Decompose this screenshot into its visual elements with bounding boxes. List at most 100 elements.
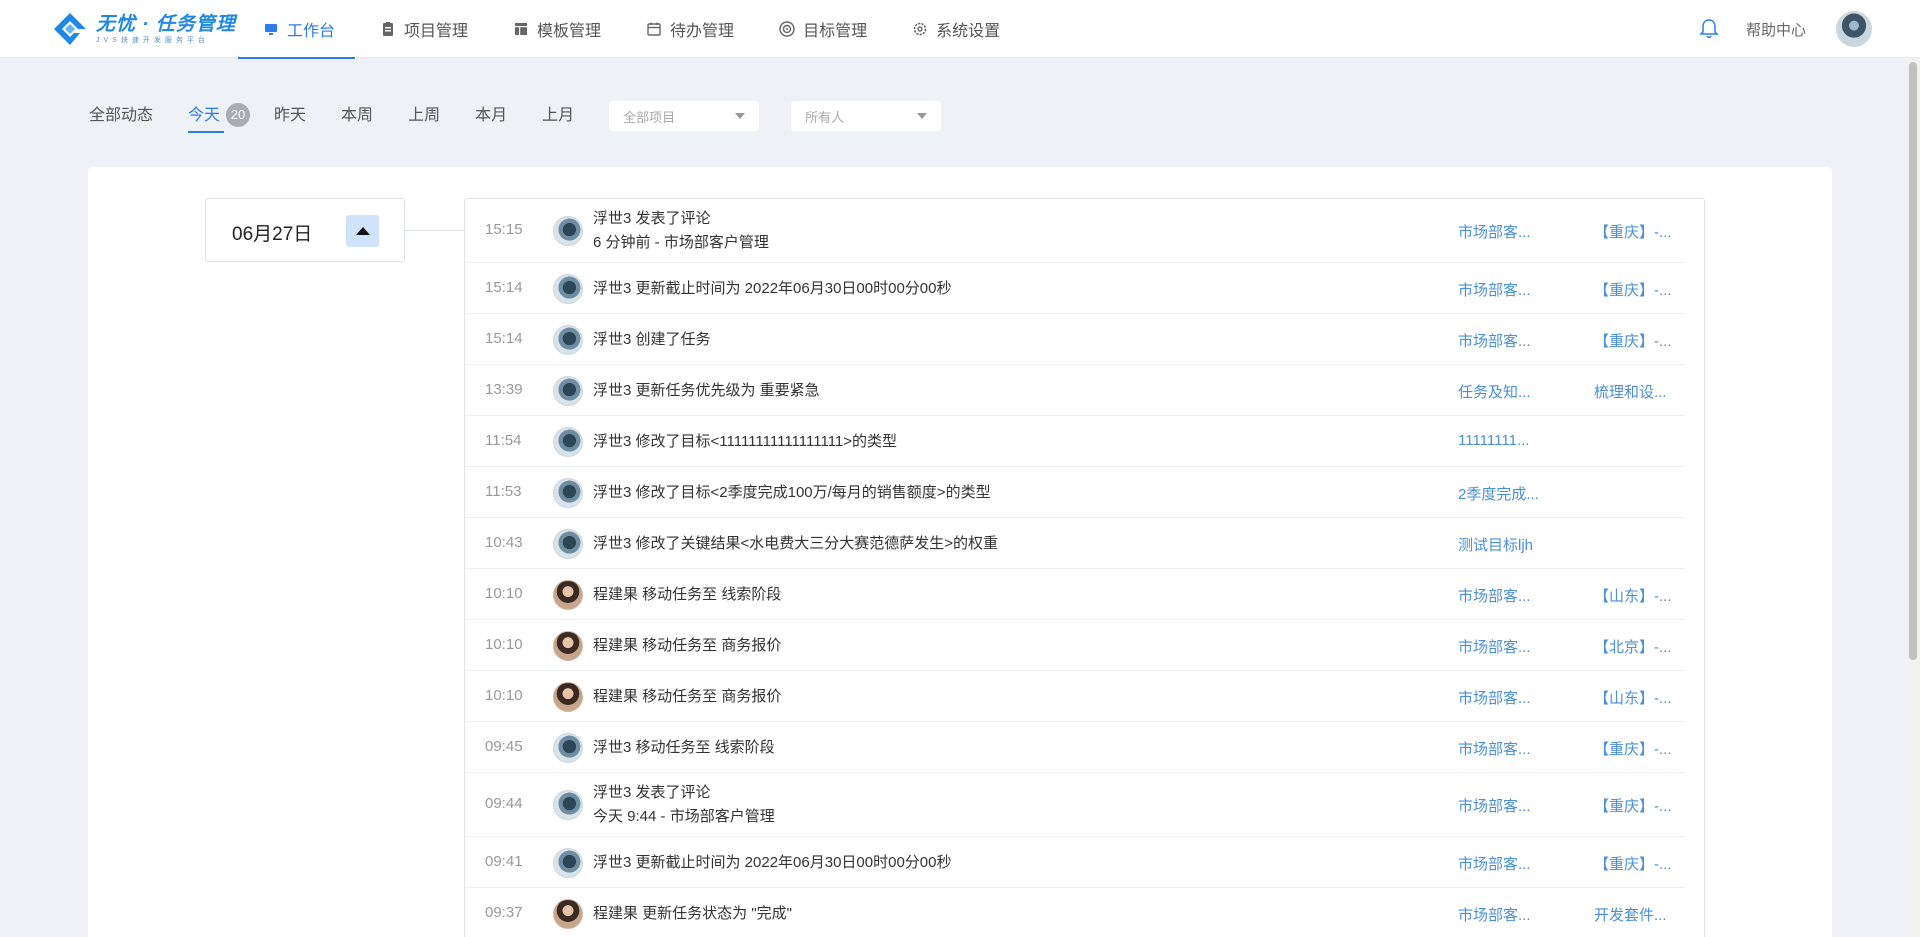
activity-time: 15:14 [485, 279, 523, 296]
user-avatar[interactable] [553, 682, 583, 712]
project-link[interactable]: 市场部客... [1458, 853, 1531, 874]
task-link[interactable]: 开发套件... [1594, 904, 1667, 925]
user-avatar[interactable] [553, 216, 583, 246]
nav-item-projects[interactable]: 项目管理 [355, 0, 488, 58]
scrollbar-thumb[interactable] [1909, 62, 1917, 660]
activity-text: 程建果 移动任务至 商务报价 [593, 637, 782, 654]
activity-row: 11:53 浮世3 修改了目标<2季度完成100万/每月的销售额度>的类型 2季度完… [465, 467, 1685, 518]
activity-text: 浮世3 更新任务优先级为 重要紧急 [593, 382, 820, 399]
user-avatar[interactable] [553, 733, 583, 763]
activity-row: 09:41 浮世3 更新截止时间为 2022年06月30日00时00分00秒 市场部… [465, 837, 1685, 888]
nav-item-label: 项目管理 [404, 23, 469, 40]
project-link[interactable]: 市场部客... [1458, 687, 1531, 708]
activity-subtext: 6 分钟前 - 市场部客户管理 [593, 234, 769, 251]
activity-time: 11:54 [485, 432, 522, 449]
nav-item-settings[interactable]: 系统设置 [887, 0, 1020, 58]
bell-icon[interactable] [1698, 18, 1720, 40]
user-avatar[interactable] [553, 631, 583, 661]
clipboard-icon [379, 20, 397, 38]
tab-this-month[interactable]: 本月 [475, 101, 507, 131]
task-link[interactable]: 【重庆】-... [1594, 738, 1672, 759]
activity-row: 10:10 程建果 移动任务至 商务报价 市场部客... 【北京】-... [465, 620, 1685, 671]
activity-text: 浮世3 创建了任务 [593, 331, 711, 348]
task-link[interactable]: 【山东】-... [1594, 585, 1672, 606]
page-scrollbar[interactable] [1906, 58, 1920, 937]
tab-last-week[interactable]: 上周 [408, 101, 440, 131]
project-link[interactable]: 市场部客... [1458, 795, 1531, 816]
activity-text: 浮世3 更新截止时间为 2022年06月30日00时00分00秒 [593, 854, 952, 871]
nav-item-templates[interactable]: 模板管理 [488, 0, 621, 58]
tab-this-week[interactable]: 本周 [341, 101, 373, 131]
tab-yesterday[interactable]: 昨天 [274, 101, 306, 131]
activity-row: 09:45 浮世3 移动任务至 线索阶段 市场部客... 【重庆】-... [465, 722, 1685, 773]
user-avatar[interactable] [553, 376, 583, 406]
task-link[interactable]: 梳理和设... [1594, 381, 1667, 402]
user-avatar[interactable] [1836, 11, 1872, 47]
person-select[interactable]: 所有人 [791, 101, 942, 131]
user-avatar[interactable] [553, 580, 583, 610]
activity-row: 11:54 浮世3 修改了目标<11111111111111111>的类型 111… [465, 416, 1685, 467]
nav-item-goals[interactable]: 目标管理 [754, 0, 887, 58]
user-avatar[interactable] [553, 427, 583, 457]
user-avatar[interactable] [553, 325, 583, 355]
project-link[interactable]: 2季度完成... [1458, 483, 1539, 504]
activity-row: 10:43 浮世3 修改了关键结果<水电费大三分大赛范德萨发生>的权重 测试目标l… [465, 518, 1685, 569]
user-avatar[interactable] [553, 899, 583, 929]
activity-feed: 15:15 浮世3 发表了评论 6 分钟前 - 市场部客户管理 市场部客... 【重庆】… [464, 198, 1705, 937]
gear-icon [911, 20, 929, 38]
timeline-connector [405, 230, 465, 231]
activity-text: 程建果 移动任务至 商务报价 [593, 688, 782, 705]
activity-text: 浮世3 移动任务至 线索阶段 [593, 739, 775, 756]
project-link[interactable]: 市场部客... [1458, 585, 1531, 606]
target-icon [778, 20, 796, 38]
project-link[interactable]: 市场部客... [1458, 221, 1531, 242]
activity-time: 10:10 [485, 687, 523, 704]
caret-up-icon [355, 227, 370, 235]
activity-text: 程建果 移动任务至 线索阶段 [593, 586, 782, 603]
task-link[interactable]: 【重庆】-... [1594, 279, 1672, 300]
help-center-link[interactable]: 帮助中心 [1746, 19, 1806, 40]
user-avatar[interactable] [553, 848, 583, 878]
project-link[interactable]: 任务及知... [1458, 381, 1531, 402]
project-select[interactable]: 全部项目 [609, 101, 760, 131]
user-avatar[interactable] [553, 790, 583, 820]
activity-time: 09:45 [485, 738, 523, 755]
task-link[interactable]: 【重庆】-... [1594, 853, 1672, 874]
task-link[interactable]: 【北京】-... [1594, 636, 1672, 657]
task-link[interactable]: 【重庆】-... [1594, 795, 1672, 816]
tab-today[interactable]: 今天 20 [188, 101, 251, 133]
activity-time: 09:37 [485, 904, 523, 921]
project-link[interactable]: 市场部客... [1458, 330, 1531, 351]
user-avatar[interactable] [553, 274, 583, 304]
collapse-button[interactable] [346, 215, 379, 247]
activity-time: 15:15 [485, 221, 523, 238]
project-link[interactable]: 11111111... [1458, 432, 1529, 449]
app-logo[interactable]: 无忧 · 任务管理 JVS快速开发服务平台 [50, 8, 240, 52]
task-link[interactable]: 【山东】-... [1594, 687, 1672, 708]
nav-item-workbench[interactable]: 工作台 [238, 0, 356, 59]
activity-row: 10:10 程建果 移动任务至 商务报价 市场部客... 【山东】-... [465, 671, 1685, 722]
activity-subtext: 今天 9:44 - 市场部客户管理 [593, 808, 775, 825]
logo-title: 无忧 · 任务管理 [96, 14, 236, 35]
date-label: 06月27日 [232, 224, 313, 245]
user-avatar[interactable] [553, 529, 583, 559]
user-avatar[interactable] [553, 478, 583, 508]
caret-down-icon [735, 113, 746, 119]
activity-time: 15:14 [485, 330, 523, 347]
select-placeholder: 全部项目 [623, 109, 676, 125]
task-link[interactable]: 【重庆】-... [1594, 330, 1672, 351]
activity-row: 09:37 程建果 更新任务状态为 "完成" 市场部客... 开发套件... [465, 888, 1685, 937]
activity-time: 10:10 [485, 636, 523, 653]
activity-text: 程建果 更新任务状态为 "完成" [593, 905, 792, 922]
project-link[interactable]: 市场部客... [1458, 279, 1531, 300]
project-link[interactable]: 市场部客... [1458, 904, 1531, 925]
activity-text: 浮世3 修改了关键结果<水电费大三分大赛范德萨发生>的权重 [593, 535, 999, 552]
project-link[interactable]: 市场部客... [1458, 738, 1531, 759]
project-link[interactable]: 测试目标ljh [1458, 534, 1533, 555]
tab-all[interactable]: 全部动态 [89, 101, 153, 131]
project-link[interactable]: 市场部客... [1458, 636, 1531, 657]
filter-bar: 全部动态 今天 20 昨天 本周 上周 本月 上月 全部项目 所有人 [89, 98, 942, 134]
nav-item-todos[interactable]: 待办管理 [621, 0, 754, 58]
task-link[interactable]: 【重庆】-... [1594, 221, 1672, 242]
tab-last-month[interactable]: 上月 [542, 101, 574, 131]
